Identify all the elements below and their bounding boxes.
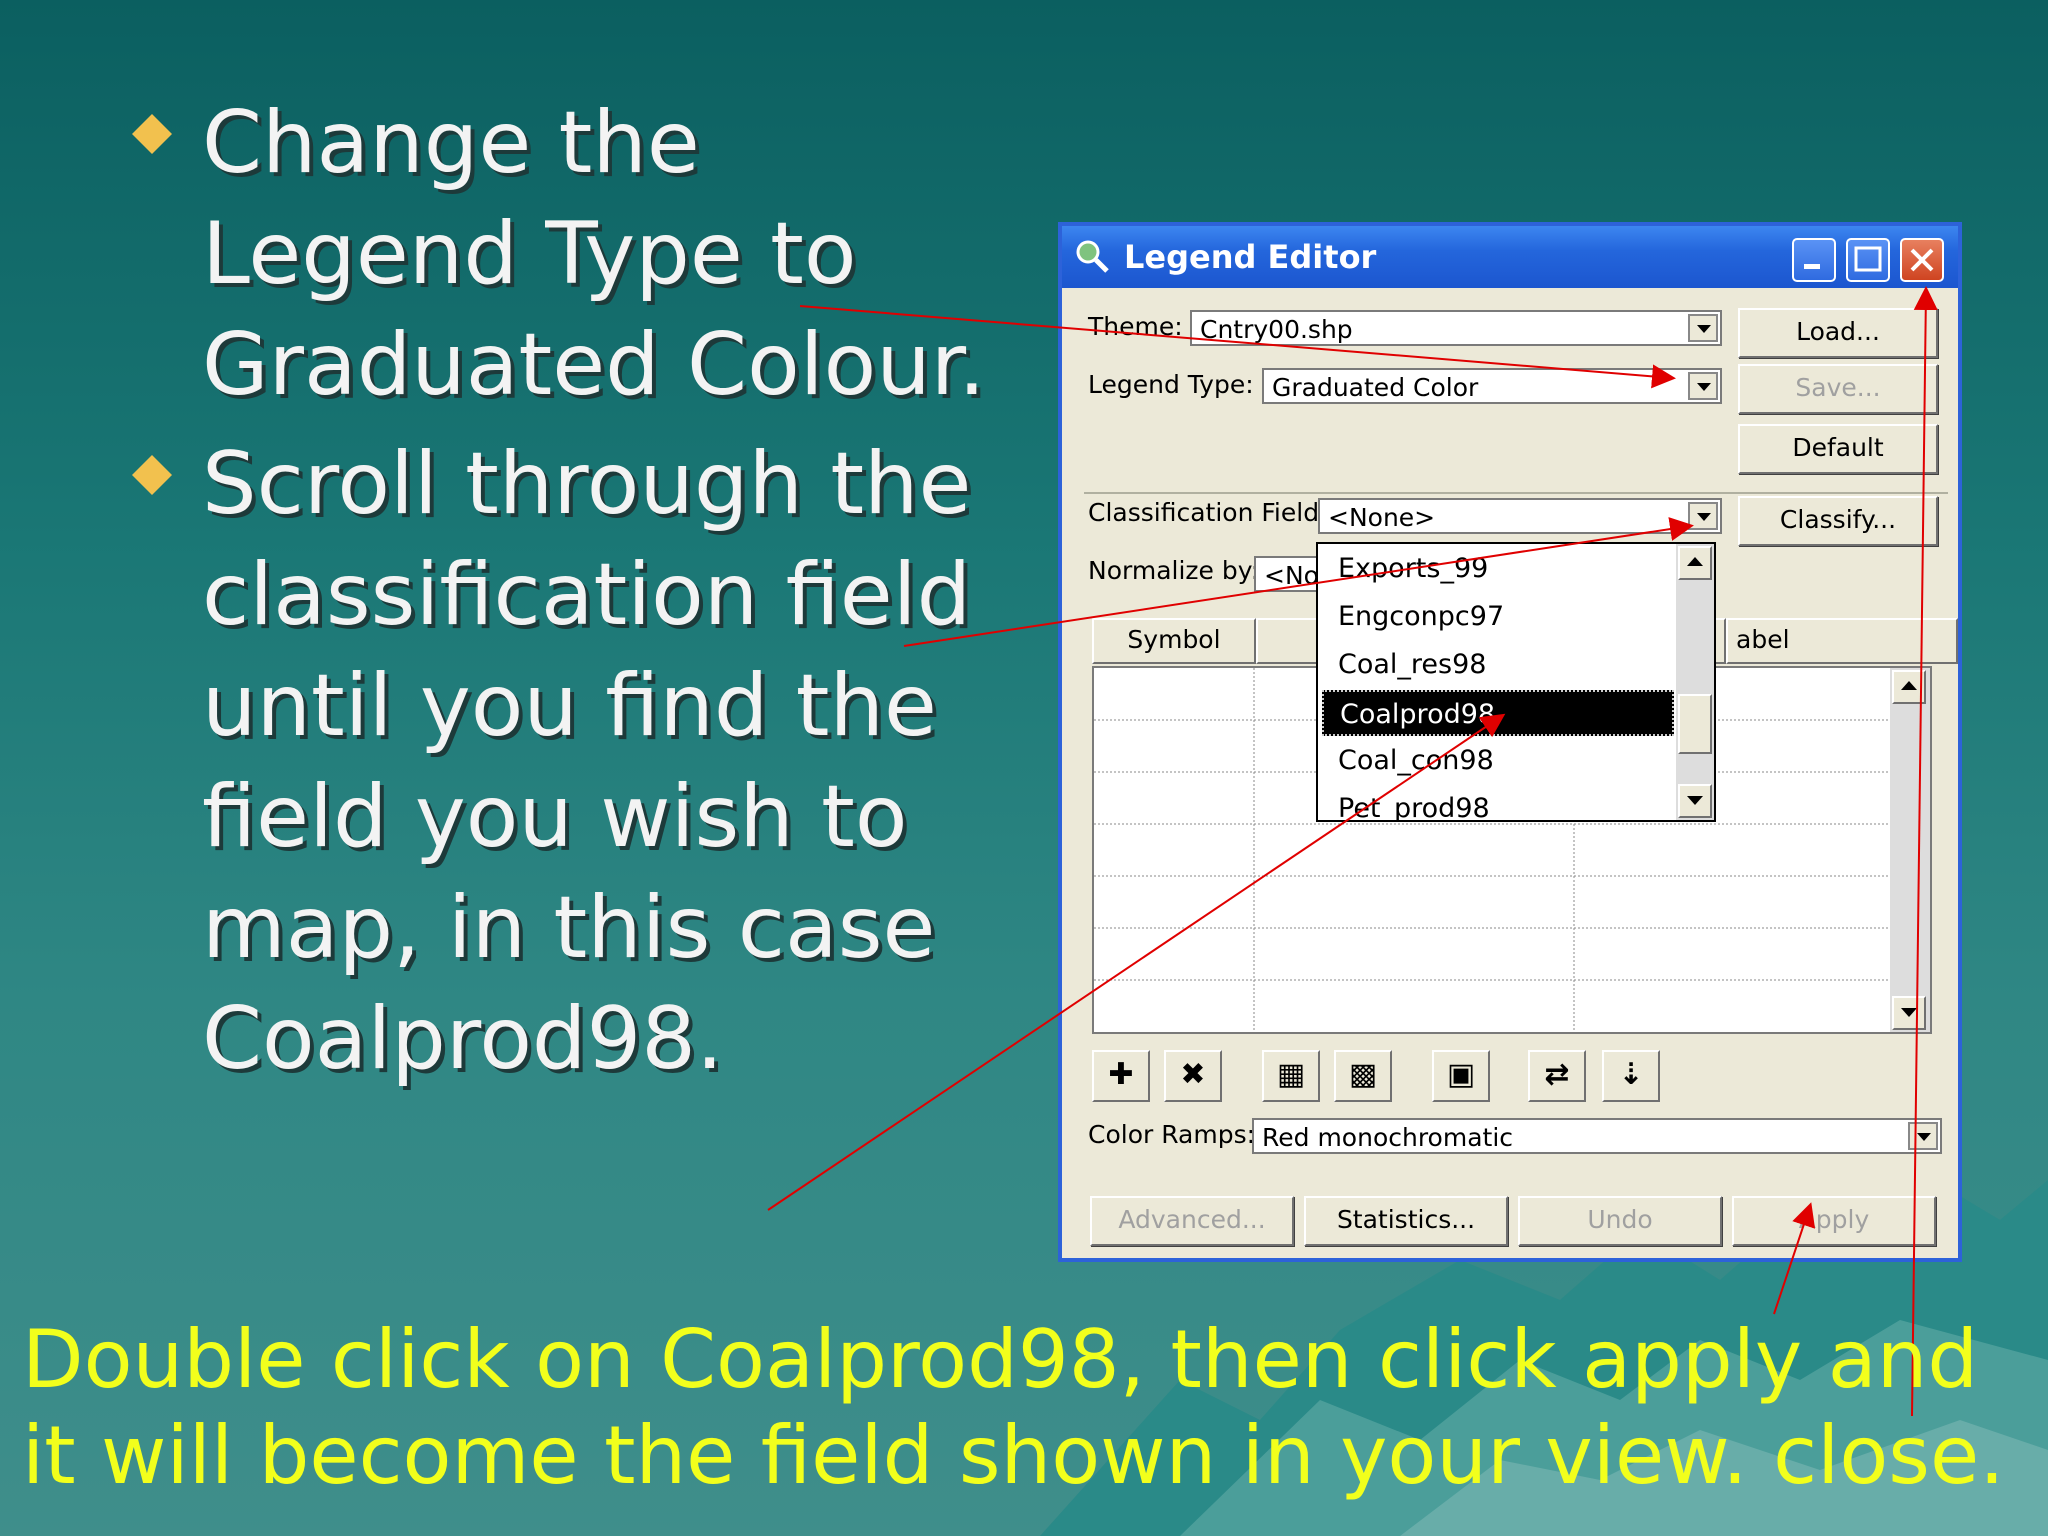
save-button[interactable]: Save... <box>1738 364 1938 414</box>
null-values-button[interactable]: ▣ <box>1432 1050 1490 1102</box>
plus-icon: ✚ <box>1108 1057 1134 1092</box>
theme-value: Cntry00.shp <box>1200 315 1353 344</box>
theme-label: Theme: <box>1088 312 1183 341</box>
copy-symbol-button[interactable]: ▦ <box>1262 1050 1320 1102</box>
bullet-text: Change the Legend Type to Graduated Colo… <box>202 93 986 415</box>
minimize-button[interactable] <box>1792 238 1836 282</box>
list-item[interactable]: Engconpc97 <box>1322 594 1674 640</box>
scroll-down-icon[interactable] <box>1678 784 1712 818</box>
column-header-symbol[interactable]: Symbol <box>1092 618 1256 664</box>
advanced-button[interactable]: Advanced... <box>1090 1196 1294 1246</box>
color-ramps-select[interactable]: Red monochromatic <box>1252 1118 1942 1154</box>
list-item-selected[interactable]: Coalprod98 <box>1322 690 1674 736</box>
bullet-text: Scroll through the classification field … <box>202 434 972 1089</box>
close-button[interactable] <box>1900 238 1944 282</box>
maximize-button[interactable] <box>1846 238 1890 282</box>
color-ramps-value: Red monochromatic <box>1262 1123 1514 1152</box>
chevron-down-icon[interactable] <box>1688 314 1718 342</box>
table-scrollbar[interactable] <box>1890 668 1930 1032</box>
maximize-icon <box>1854 246 1882 272</box>
chevron-down-icon[interactable] <box>1908 1122 1938 1150</box>
bullet-item: Change the Legend Type to Graduated Colo… <box>128 88 1008 421</box>
delete-x-icon: ✖ <box>1180 1057 1206 1092</box>
scroll-up-icon[interactable] <box>1678 546 1712 580</box>
sort-button[interactable]: ⇣ <box>1602 1050 1660 1102</box>
load-button[interactable]: Load... <box>1738 308 1938 358</box>
flip-icon: ⇄ <box>1544 1057 1570 1092</box>
dropdown-scrollbar[interactable] <box>1676 544 1714 820</box>
close-icon <box>1910 248 1934 272</box>
scroll-thumb[interactable] <box>1678 694 1712 754</box>
legend-type-label: Legend Type: <box>1088 370 1254 399</box>
chevron-down-icon[interactable] <box>1688 372 1718 400</box>
scroll-up-icon[interactable] <box>1892 670 1926 704</box>
classification-field-dropdown[interactable]: Exports_99 Engconpc97 Coal_res98 Coalpro… <box>1316 542 1716 822</box>
list-item[interactable]: Coal_con98 <box>1322 738 1674 784</box>
legend-type-value: Graduated Color <box>1272 373 1479 402</box>
classification-field-select[interactable]: <None> <box>1318 498 1722 534</box>
bullet-list: Change the Legend Type to Graduated Colo… <box>128 88 1008 1095</box>
normalize-by-label: Normalize by: <box>1088 556 1260 585</box>
list-item[interactable]: Pet_prod98 <box>1322 786 1674 820</box>
delete-class-button[interactable]: ✖ <box>1164 1050 1222 1102</box>
normalize-by-value: <No <box>1264 561 1319 590</box>
column-header-label[interactable]: abel <box>1726 618 1958 664</box>
default-button[interactable]: Default <box>1738 424 1938 474</box>
bullet-item: Scroll through the classification field … <box>128 429 1008 1095</box>
list-item[interactable]: Coal_res98 <box>1322 642 1674 688</box>
title-bar[interactable]: Legend Editor <box>1062 226 1958 288</box>
classification-field-value: <None> <box>1328 503 1436 532</box>
theme-select[interactable]: Cntry00.shp <box>1190 310 1722 346</box>
legend-editor-dialog: Legend Editor Theme: Cntry00.shp Load...… <box>1058 222 1962 1262</box>
magnifier-globe-icon <box>1076 240 1109 273</box>
classification-field-label: Classification Field: <box>1088 498 1328 527</box>
divider <box>1084 492 1948 494</box>
diamond-bullet-icon <box>132 455 172 495</box>
add-class-button[interactable]: ✚ <box>1092 1050 1150 1102</box>
undo-button[interactable]: Undo <box>1518 1196 1722 1246</box>
sort-icon: ⇣ <box>1618 1057 1644 1092</box>
grid-paste-icon: ▩ <box>1348 1057 1378 1092</box>
classify-button[interactable]: Classify... <box>1738 496 1938 546</box>
statistics-button[interactable]: Statistics... <box>1304 1196 1508 1246</box>
dialog-title: Legend Editor <box>1124 238 1377 276</box>
footer-line: Double click on Coalprod98, then click a… <box>22 1313 1979 1406</box>
diamond-bullet-icon <box>132 114 172 154</box>
instruction-footer: Double click on Coalprod98, then click a… <box>22 1312 2005 1504</box>
grid-copy-icon: ▦ <box>1276 1057 1306 1092</box>
null-icon: ▣ <box>1446 1057 1476 1092</box>
apply-button[interactable]: Apply <box>1732 1196 1936 1246</box>
paste-symbol-button[interactable]: ▩ <box>1334 1050 1392 1102</box>
minimize-icon <box>1804 264 1820 269</box>
footer-line: it will become the field shown in your v… <box>22 1409 2005 1502</box>
chevron-down-icon[interactable] <box>1688 502 1718 530</box>
scroll-down-icon[interactable] <box>1892 996 1926 1030</box>
color-ramps-label: Color Ramps: <box>1088 1120 1256 1149</box>
flip-symbols-button[interactable]: ⇄ <box>1528 1050 1586 1102</box>
legend-type-select[interactable]: Graduated Color <box>1262 368 1722 404</box>
list-item[interactable]: Exports_99 <box>1322 546 1674 592</box>
